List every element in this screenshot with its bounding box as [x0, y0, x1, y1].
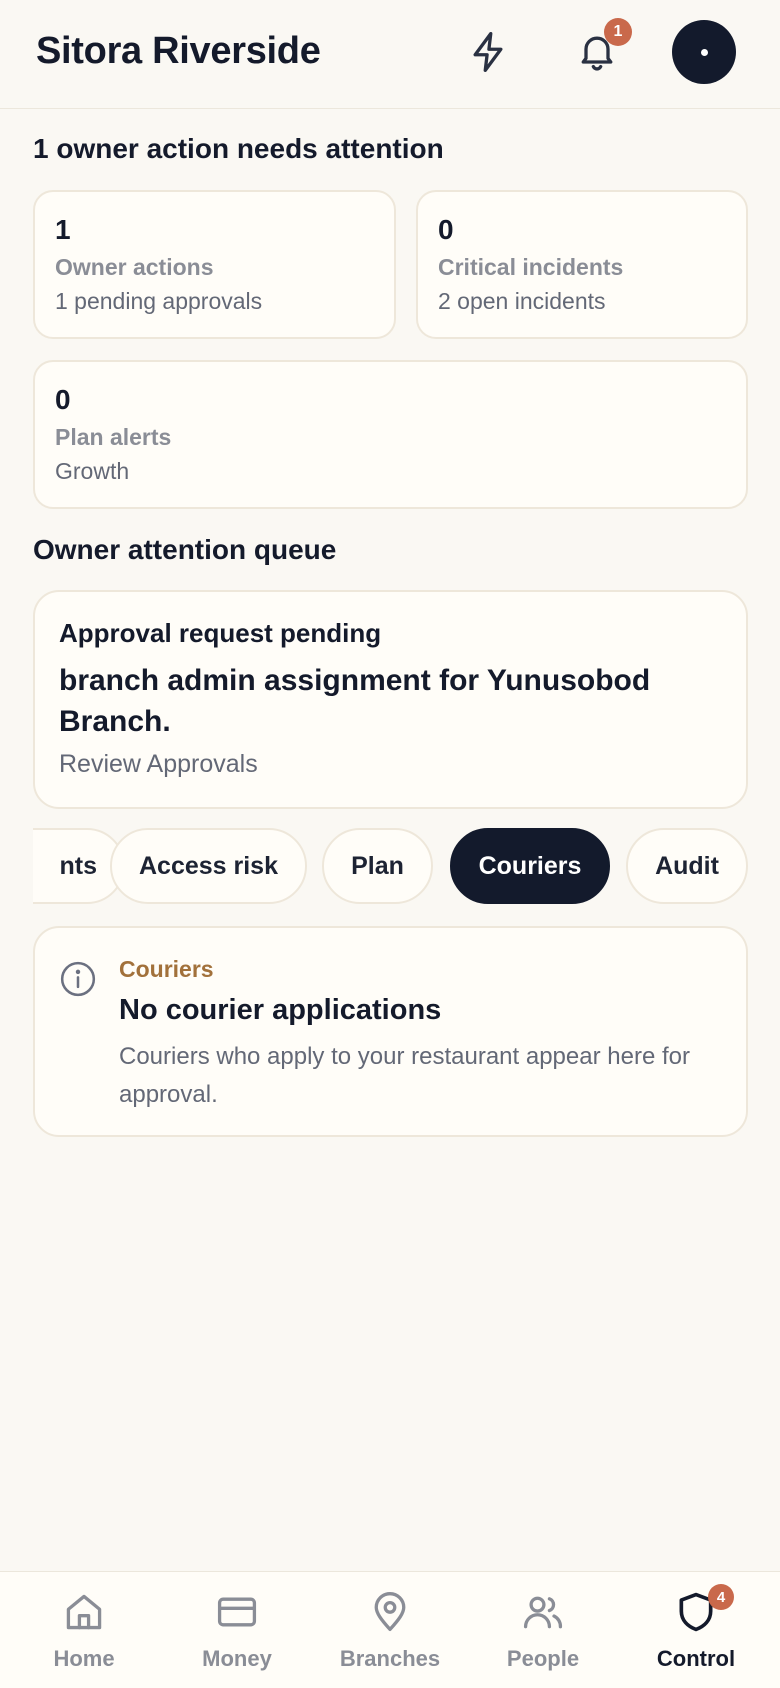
queue-item-card[interactable]: Approval request pending branch admin as… [33, 590, 748, 809]
nav-label: Control [656, 1646, 736, 1671]
stat-card-plan-alerts[interactable]: 0 Plan alerts Growth [33, 360, 748, 509]
users-icon [523, 1596, 563, 1629]
stat-value: 0 [438, 214, 454, 245]
map-pin-icon [374, 1592, 406, 1632]
chip-plan[interactable]: Plan [322, 828, 433, 904]
nav-label: Branches [339, 1646, 441, 1671]
avatar-dot [700, 48, 708, 56]
quick-actions-button[interactable] [462, 26, 514, 78]
info-icon [60, 961, 96, 997]
avatar[interactable] [672, 20, 736, 84]
nav-label: People [506, 1646, 580, 1671]
chip-couriers[interactable]: Couriers [450, 828, 610, 904]
nav-badge: 4 [708, 1584, 734, 1610]
panel-body: Couriers who apply to your restaurant ap… [119, 1043, 690, 1108]
couriers-empty-state-card: Couriers No courier applications Courier… [33, 926, 748, 1137]
stat-card-critical-incidents[interactable]: 0 Critical incidents 2 open incidents [416, 190, 748, 339]
queue-heading: Owner attention queue [33, 534, 337, 565]
stat-value: 0 [55, 384, 71, 415]
queue-item-title: branch admin assignment for Yunusobod Br… [59, 664, 651, 738]
panel-kicker: Couriers [119, 956, 214, 982]
notifications-button[interactable]: 1 [570, 18, 632, 78]
stat-label: Owner actions [55, 254, 214, 280]
nav-item-control[interactable]: 4 Control [626, 1572, 766, 1688]
stat-subtext: 2 open incidents [438, 288, 606, 314]
summary-heading: 1 owner action needs attention [33, 133, 444, 164]
stat-subtext: 1 pending approvals [55, 288, 263, 314]
chip-access-risk[interactable]: Access risk [110, 828, 307, 904]
chip-audit[interactable]: Audit [626, 828, 748, 904]
stat-label: Plan alerts [55, 424, 172, 450]
page-title: Sitora Riverside [36, 30, 321, 72]
notification-badge: 1 [604, 18, 632, 46]
app-screen: Sitora Riverside 1 1 owner action needs … [0, 0, 780, 1688]
home-icon [66, 1594, 102, 1630]
filter-chip-strip[interactable]: nts Access risk Plan Couriers Audit [33, 828, 748, 906]
stat-card-owner-actions[interactable]: 1 Owner actions 1 pending approvals [33, 190, 396, 339]
nav-item-home[interactable]: Home [14, 1572, 154, 1688]
nav-item-money[interactable]: Money [167, 1572, 307, 1688]
stat-subtext: Growth [55, 458, 130, 484]
top-bar: Sitora Riverside 1 [0, 0, 780, 109]
stat-label: Critical incidents [438, 254, 624, 280]
nav-label: Money [202, 1646, 272, 1671]
wallet-icon [217, 1597, 257, 1627]
bottom-navigation: Home Money Branches People 4 Control [0, 1571, 780, 1688]
lightning-icon [473, 32, 503, 72]
panel-title: No courier applications [119, 994, 442, 1026]
review-approvals-link[interactable]: Review Approvals [59, 750, 258, 779]
nav-item-people[interactable]: People [473, 1572, 613, 1688]
nav-label: Home [53, 1646, 115, 1671]
nav-item-branches[interactable]: Branches [320, 1572, 460, 1688]
queue-item-kicker: Approval request pending [59, 618, 382, 648]
stat-value: 1 [55, 214, 71, 245]
